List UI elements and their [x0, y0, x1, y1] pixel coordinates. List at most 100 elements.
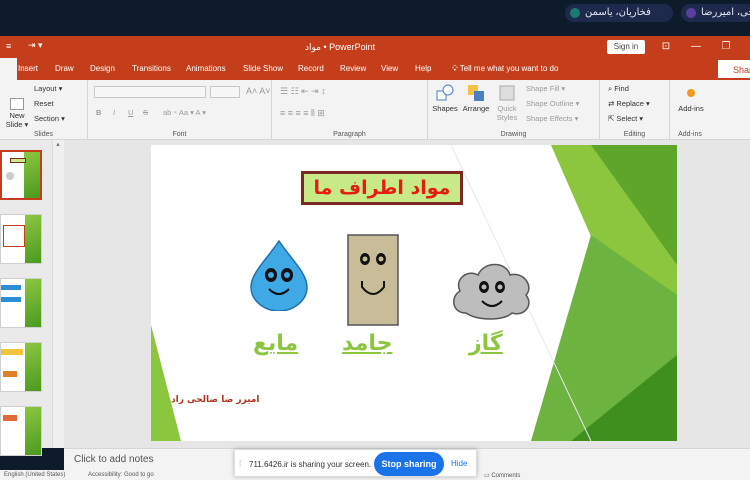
gas-cloud-icon[interactable]	[448, 257, 534, 323]
tab-insert[interactable]: Insert	[18, 64, 38, 73]
thumb-shape	[3, 371, 17, 377]
thumb-title-box	[10, 158, 26, 163]
replace-button[interactable]: ⇄ Replace ▾	[608, 99, 650, 108]
author-name[interactable]: امیرر ضا صالحی راد	[171, 395, 260, 405]
shape-effects-button[interactable]: Shape Effects ▾	[526, 114, 578, 123]
group-paragraph: ☰ ☷ ⇤ ⇥ ↕ ≡ ≡ ≡ ≡ ⫴ ⊞ Paragraph	[272, 80, 428, 140]
arrange-button[interactable]: Arrange	[460, 84, 492, 113]
slide-title[interactable]: مواد اطراف ما	[301, 171, 463, 205]
language-status[interactable]: English (United States)	[4, 472, 65, 478]
tab-transitions[interactable]: Transitions	[132, 64, 171, 73]
tab-home[interactable]	[0, 58, 17, 80]
reset-button[interactable]: Reset	[34, 99, 54, 108]
slide-thumbnail[interactable]	[0, 278, 42, 328]
tab-record[interactable]: Record	[298, 64, 324, 73]
scroll-up-icon[interactable]: ▲	[55, 142, 61, 148]
label-solid[interactable]: جامد	[342, 331, 392, 356]
align-icon[interactable]: ≡ ≡ ≡ ≡ ⫴ ⊞	[280, 108, 325, 119]
font-name-combo[interactable]	[94, 86, 206, 98]
section-button[interactable]: Section ▾	[34, 114, 65, 123]
group-font: A˄ A˅ B I U S ab ⁃ Aa ▾ A ▾ Font	[88, 80, 272, 140]
slide-thumbnail[interactable]	[0, 342, 42, 392]
bold-button[interactable]: B	[96, 108, 101, 117]
meeting-top-bar: فخاریان، یاسمن صالحی، امیررضا	[0, 0, 750, 36]
water-drop-icon[interactable]	[247, 239, 311, 311]
hide-button[interactable]: Hide	[451, 459, 467, 468]
group-label: Font	[172, 131, 187, 138]
slide-thumbnail[interactable]	[0, 150, 42, 200]
shape-fill-button[interactable]: Shape Fill ▾	[526, 84, 565, 93]
autosave-icon[interactable]: ≡	[6, 41, 11, 51]
new-slide-icon	[10, 98, 24, 110]
quick-access-toolbar[interactable]: ⇥ ▾	[28, 40, 43, 51]
thumb-shape	[1, 285, 21, 290]
ribbon-display-icon[interactable]: ⊡	[657, 39, 675, 55]
participant-chip[interactable]: فخاریان، یاسمن	[565, 4, 673, 22]
ribbon-tabs: Insert Draw Design Transitions Animation…	[0, 58, 750, 80]
ribbon: New Slide ▾ Layout ▾ Reset Section ▾ Sli…	[0, 80, 750, 140]
participant-name: فخاریان، یاسمن	[585, 7, 651, 18]
shape-outline-button[interactable]: Shape Outline ▾	[526, 99, 579, 108]
arrange-icon	[467, 84, 485, 102]
lightbulb-icon: 💡︎	[452, 64, 460, 73]
window-title: مواد • PowerPoint	[305, 42, 376, 52]
strikethrough-button[interactable]: S	[143, 108, 148, 117]
editor-area: ▲ مواد اطراف ما مایع جامد گاز امیرر ضا ص…	[0, 140, 750, 456]
add-ins-button[interactable]: Add-ins	[674, 84, 708, 113]
participant-chip[interactable]: صالحی، امیررضا	[681, 4, 750, 22]
share-button[interactable]: Share	[718, 60, 750, 78]
tab-view[interactable]: View	[381, 64, 398, 73]
tab-review[interactable]: Review	[340, 64, 366, 73]
group-slides: New Slide ▾ Layout ▾ Reset Section ▾ Sli…	[0, 80, 88, 140]
title-bar: ≡ ⇥ ▾ مواد • PowerPoint Sign in ⊡ — ❐	[0, 36, 750, 58]
underline-button[interactable]: U	[128, 108, 133, 117]
participant-status-icon	[570, 8, 580, 18]
group-label: Add-ins	[678, 131, 702, 138]
select-button[interactable]: ⇱ Select ▾	[608, 114, 643, 123]
screen-share-bar: ⁞ 711.6426.ir is sharing your screen. St…	[234, 449, 477, 477]
thumbnails-scrollbar[interactable]: ▲	[52, 140, 64, 448]
tab-slide-show[interactable]: Slide Show	[243, 64, 283, 73]
group-addins: Add-ins Add-ins	[670, 80, 710, 140]
label-gas[interactable]: گاز	[469, 331, 503, 356]
thumb-decoration	[25, 407, 41, 455]
group-label: Drawing	[500, 131, 527, 138]
share-message: 711.6426.ir is sharing your screen.	[249, 460, 372, 469]
participant-status-icon	[686, 8, 696, 18]
tab-help[interactable]: Help	[415, 64, 431, 73]
shapes-button[interactable]: Shapes	[430, 84, 460, 113]
shapes-icon	[436, 84, 454, 102]
bullets-icon[interactable]: ☰ ☷ ⇤ ⇥ ↕	[280, 86, 326, 97]
italic-button[interactable]: I	[113, 108, 115, 117]
slide-canvas[interactable]: مواد اطراف ما مایع جامد گاز امیرر ضا صال…	[151, 145, 677, 441]
label-liquid[interactable]: مایع	[253, 331, 298, 356]
thumb-shape	[6, 172, 14, 180]
tab-design[interactable]: Design	[90, 64, 115, 73]
slide-thumbnails-pane[interactable]	[0, 140, 52, 456]
accessibility-status[interactable]: Accessibility: Good to go	[88, 472, 154, 478]
slide-thumbnail[interactable]	[0, 406, 42, 456]
find-button[interactable]: ⌕ Find	[608, 84, 629, 94]
thumb-shape	[1, 349, 23, 355]
thumb-decoration	[25, 215, 41, 263]
layout-button[interactable]: Layout ▾	[34, 84, 62, 93]
stop-sharing-button[interactable]: Stop sharing	[374, 452, 444, 476]
tab-animations[interactable]: Animations	[186, 64, 226, 73]
thumb-shape	[3, 225, 25, 247]
tab-draw[interactable]: Draw	[55, 64, 74, 73]
font-color-icon[interactable]: ab ⁃ Aa ▾ A ▾	[163, 108, 206, 117]
notes-placeholder: Click to add notes	[74, 454, 154, 465]
minimize-button[interactable]: —	[687, 39, 705, 55]
sign-in-button[interactable]: Sign in	[607, 40, 645, 54]
quick-styles-button[interactable]: Quick Styles	[492, 84, 522, 122]
maximize-button[interactable]: ❐	[717, 39, 735, 55]
slide-thumbnail[interactable]	[0, 214, 42, 264]
drag-handle-icon[interactable]: ⁞	[239, 459, 241, 468]
tell-me-search[interactable]: 💡︎ Tell me what you want to do	[452, 64, 558, 74]
thumb-shape	[3, 415, 17, 421]
font-size-combo[interactable]	[210, 86, 240, 98]
increase-font-icon[interactable]: A˄ A˅	[246, 86, 271, 96]
solid-block-icon[interactable]	[346, 233, 400, 329]
comments-button[interactable]: ▭ Comments	[484, 472, 520, 479]
new-slide-button[interactable]: New Slide ▾	[2, 98, 32, 129]
